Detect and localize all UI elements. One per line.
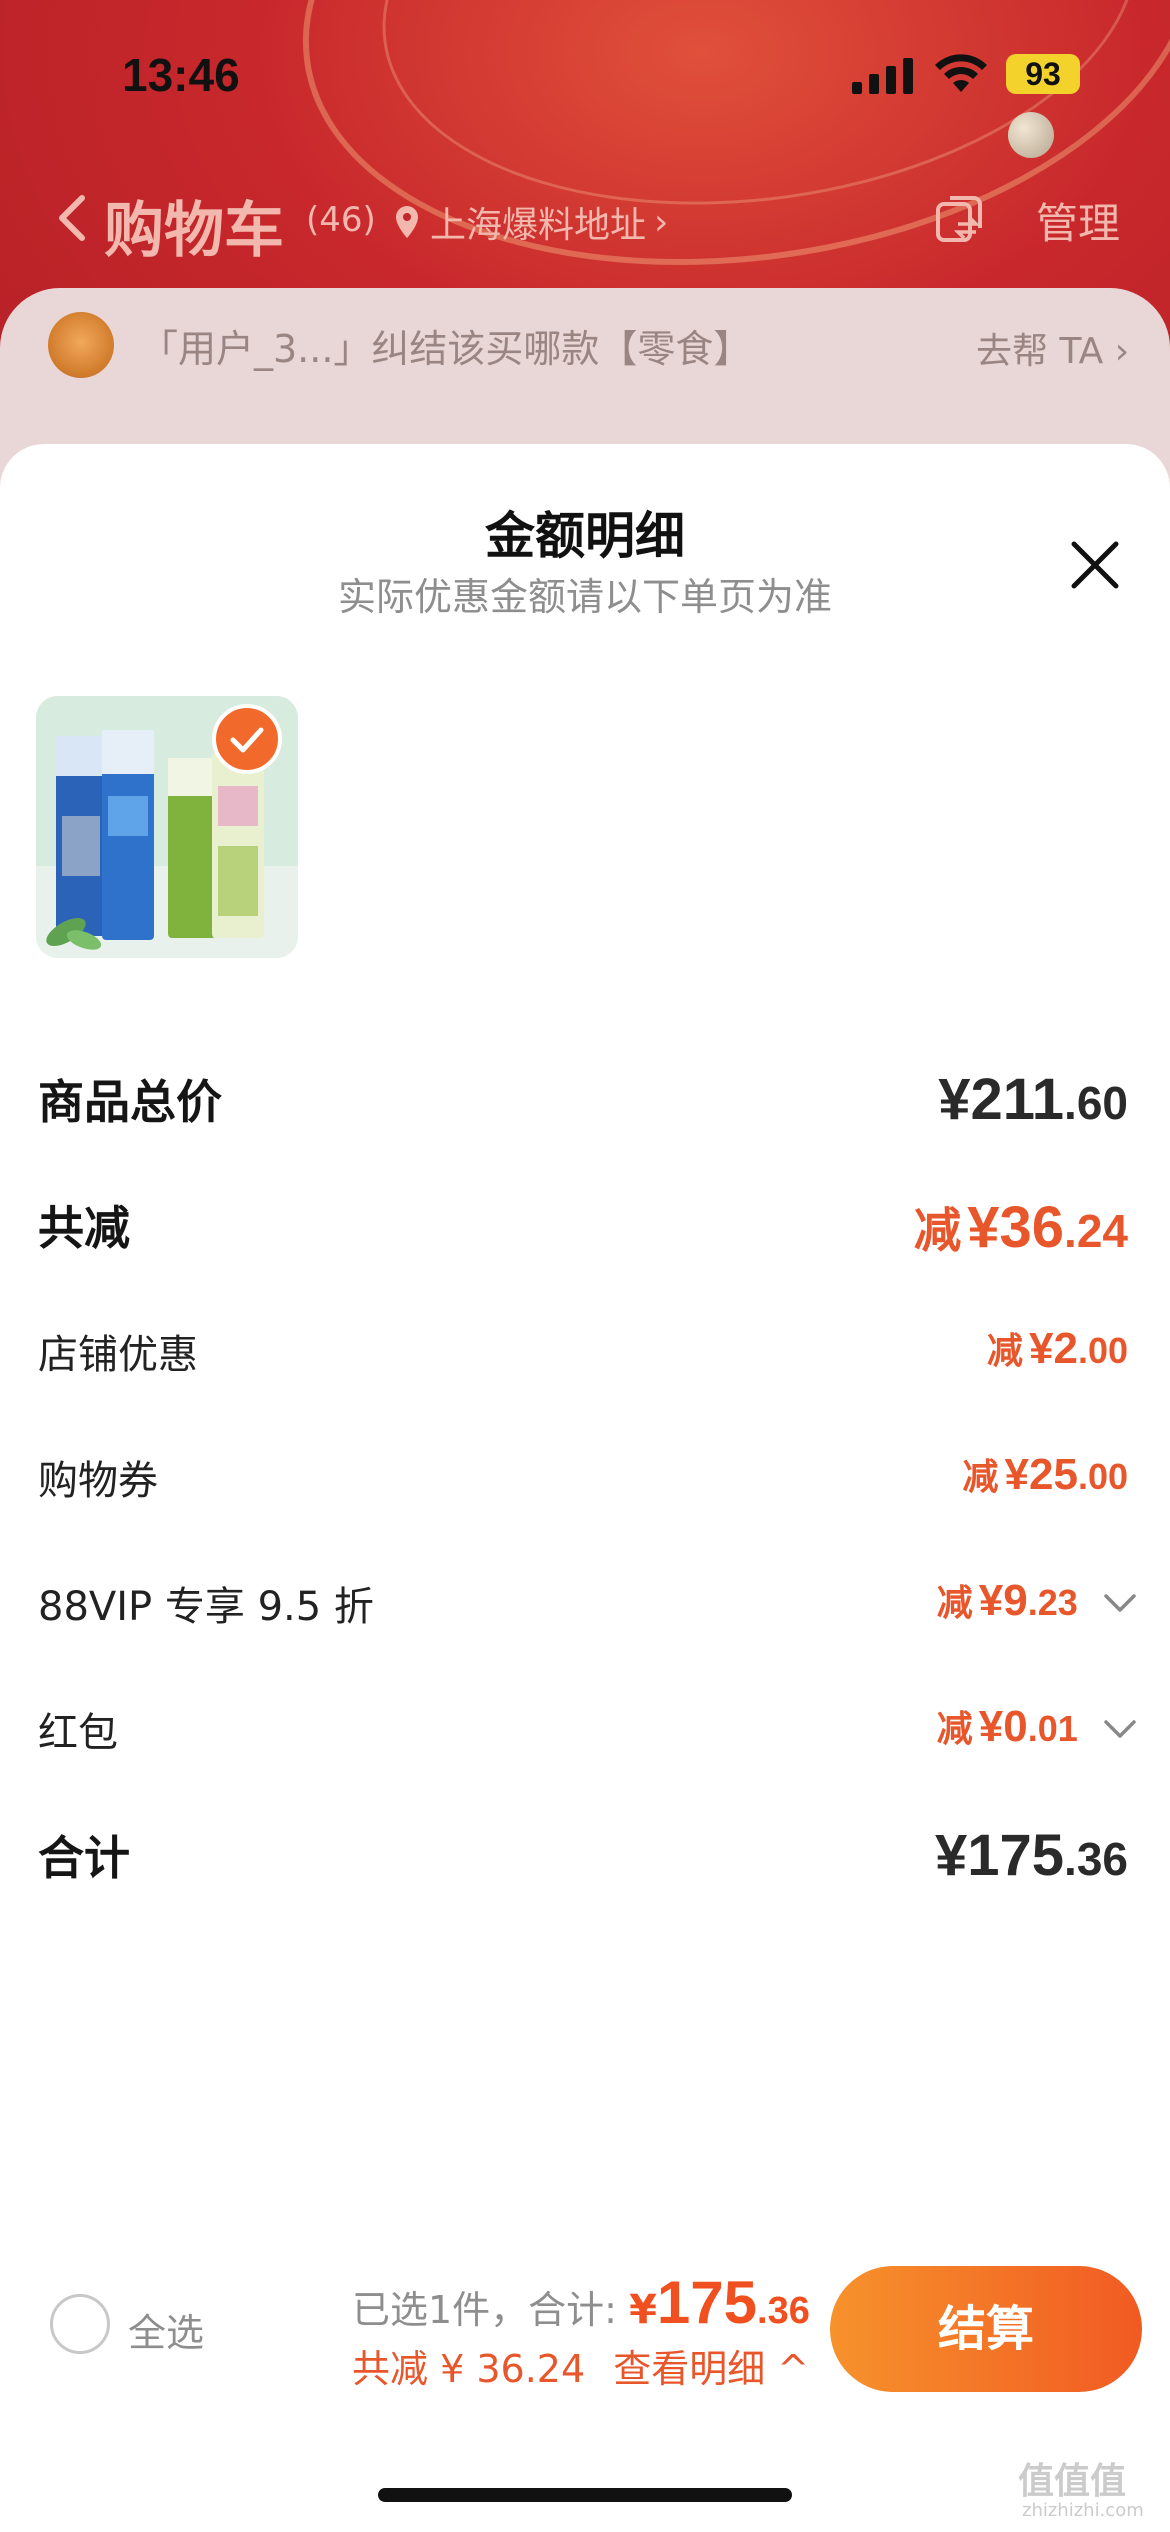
total-discount-row: 共减 减 ¥36.24 bbox=[38, 1192, 1128, 1262]
page-title: 购物车 bbox=[104, 196, 284, 266]
cellular-signal-icon bbox=[852, 58, 913, 94]
currency-symbol: ¥ bbox=[938, 1067, 971, 1132]
notice-text: 「用户_3...」纠结该买哪款【零食】 bbox=[140, 327, 752, 371]
discount-total-text: 共减 ¥ 36.24 bbox=[352, 2347, 586, 2391]
battery-indicator: 93 bbox=[1006, 54, 1080, 94]
subtotal-value: ¥211.60 bbox=[938, 1066, 1128, 1133]
amount-decimal: .36 bbox=[757, 2290, 810, 2332]
avatar bbox=[48, 312, 114, 378]
currency-symbol: ¥ bbox=[1004, 1450, 1029, 1499]
amount-integer: 9 bbox=[1003, 1576, 1028, 1625]
red-packet-label: 红包 bbox=[38, 1710, 118, 1756]
close-icon[interactable] bbox=[1066, 536, 1124, 594]
help-link[interactable]: 去帮 TA › bbox=[976, 322, 1129, 374]
amount-integer: 175 bbox=[656, 2269, 758, 2336]
help-link-label: 去帮 TA bbox=[976, 331, 1104, 372]
store-discount-row: 店铺优惠 减 ¥2.00 bbox=[38, 1322, 1128, 1392]
cart-total: 175.36 bbox=[657, 2269, 810, 2336]
discount-summary[interactable]: 共减 ¥ 36.24 查看明细 ^ bbox=[352, 2338, 809, 2393]
amount-decimal: .24 bbox=[1064, 1205, 1128, 1257]
vip-discount-label: 88VIP 专享 9.5 折 bbox=[38, 1584, 374, 1630]
red-packet-value: 减 ¥0.01 bbox=[937, 1700, 1138, 1752]
grand-total-value: ¥175.36 bbox=[935, 1822, 1128, 1889]
selection-summary: 已选1件，合计: ¥175.36 bbox=[352, 2268, 810, 2337]
chevron-down-icon[interactable] bbox=[1102, 1716, 1138, 1742]
decoration-ball bbox=[1008, 112, 1054, 158]
amount-integer: 175 bbox=[967, 1823, 1065, 1888]
back-chevron-icon[interactable] bbox=[52, 192, 92, 244]
store-discount-label: 店铺优惠 bbox=[38, 1332, 198, 1378]
select-all-label[interactable]: 全选 bbox=[128, 2302, 204, 2357]
amount-integer: 25 bbox=[1029, 1450, 1078, 1499]
amount-decimal: .23 bbox=[1027, 1582, 1078, 1623]
currency-symbol: ¥ bbox=[629, 2287, 657, 2333]
amount-decimal: .00 bbox=[1077, 1456, 1128, 1497]
coupon-value: 减 ¥25.00 bbox=[962, 1448, 1128, 1500]
total-discount-value: 减 ¥36.24 bbox=[914, 1192, 1128, 1261]
discount-prefix: 减 bbox=[913, 1205, 962, 1258]
coupon-label: 购物券 bbox=[38, 1458, 158, 1504]
cart-nav-bar: 购物车 (46) 上海爆料地址 › 管理 bbox=[0, 170, 1170, 270]
status-time: 13:46 bbox=[122, 49, 240, 101]
status-bar: 13:46 93 bbox=[0, 0, 1170, 158]
selected-check-icon bbox=[212, 704, 282, 774]
checkout-button[interactable]: 结算 bbox=[830, 2266, 1142, 2392]
chevron-down-icon[interactable] bbox=[1102, 1590, 1138, 1616]
grand-total-row: 合计 ¥175.36 bbox=[38, 1822, 1128, 1892]
sheet-subtitle: 实际优惠金额请以下单页为准 bbox=[337, 575, 832, 619]
amount-decimal: .00 bbox=[1077, 1330, 1128, 1371]
home-indicator[interactable] bbox=[378, 2488, 792, 2502]
watermark-url: zhizhizhi.com bbox=[1022, 2500, 1144, 2521]
amount-integer: 2 bbox=[1053, 1324, 1078, 1373]
amount-integer: 0 bbox=[1003, 1702, 1028, 1751]
discount-prefix: 减 bbox=[936, 1708, 973, 1749]
subtotal-row: 商品总价 ¥211.60 bbox=[38, 1066, 1128, 1136]
location-pin-icon bbox=[396, 206, 418, 238]
currency-symbol: ¥ bbox=[1028, 1324, 1054, 1373]
red-packet-row[interactable]: 红包 减 ¥0.01 bbox=[38, 1700, 1138, 1770]
total-discount-label: 共减 bbox=[38, 1201, 130, 1255]
currency-symbol: ¥ bbox=[935, 1823, 968, 1888]
grand-total-label: 合计 bbox=[38, 1831, 130, 1885]
amount-decimal: .60 bbox=[1064, 1077, 1128, 1129]
vip-discount-row[interactable]: 88VIP 专享 9.5 折 减 ¥9.23 bbox=[38, 1574, 1138, 1644]
sheet-title: 金额明细 bbox=[485, 507, 685, 565]
shipping-address-selector[interactable]: 上海爆料地址 › bbox=[392, 196, 668, 248]
amount-integer: 36 bbox=[999, 1195, 1065, 1260]
manage-button[interactable]: 管理 bbox=[1036, 190, 1120, 251]
view-detail-link[interactable]: 查看明细 ^ bbox=[613, 2347, 809, 2391]
amount-integer: 211 bbox=[970, 1067, 1065, 1132]
subtotal-label: 商品总价 bbox=[38, 1075, 222, 1129]
discount-prefix: 减 bbox=[962, 1456, 999, 1497]
vip-discount-value: 减 ¥9.23 bbox=[937, 1574, 1138, 1626]
cart-sync-icon[interactable] bbox=[932, 194, 986, 248]
checkout-bar: 全选 已选1件，合计: ¥175.36 共减 ¥ 36.24 查看明细 ^ 结算 bbox=[0, 2230, 1170, 2410]
chevron-right-icon: › bbox=[654, 201, 669, 243]
wifi-icon bbox=[935, 54, 987, 92]
selected-count-text: 已选1件，合计: bbox=[352, 2288, 617, 2332]
watermark-logo: 值值值 bbox=[1018, 2461, 1127, 2502]
currency-symbol: ¥ bbox=[978, 1702, 1004, 1751]
cart-item-count: (46) bbox=[306, 200, 376, 240]
currency-symbol: ¥ bbox=[978, 1576, 1004, 1625]
store-discount-value: 减 ¥2.00 bbox=[987, 1322, 1128, 1374]
amount-detail-sheet: 金额明细 实际优惠金额请以下单页为准 商品总价 ¥211.60 共减 减 ¥36… bbox=[0, 444, 1170, 2532]
amount-decimal: .36 bbox=[1064, 1833, 1128, 1885]
coupon-row: 购物券 减 ¥25.00 bbox=[38, 1448, 1128, 1518]
currency-symbol: ¥ bbox=[967, 1195, 1000, 1260]
amount-decimal: .01 bbox=[1027, 1708, 1078, 1749]
discount-prefix: 减 bbox=[936, 1582, 973, 1623]
select-all-radio[interactable] bbox=[50, 2294, 110, 2354]
shipping-address-label: 上海爆料地址 bbox=[430, 205, 647, 246]
discount-prefix: 减 bbox=[986, 1330, 1023, 1371]
